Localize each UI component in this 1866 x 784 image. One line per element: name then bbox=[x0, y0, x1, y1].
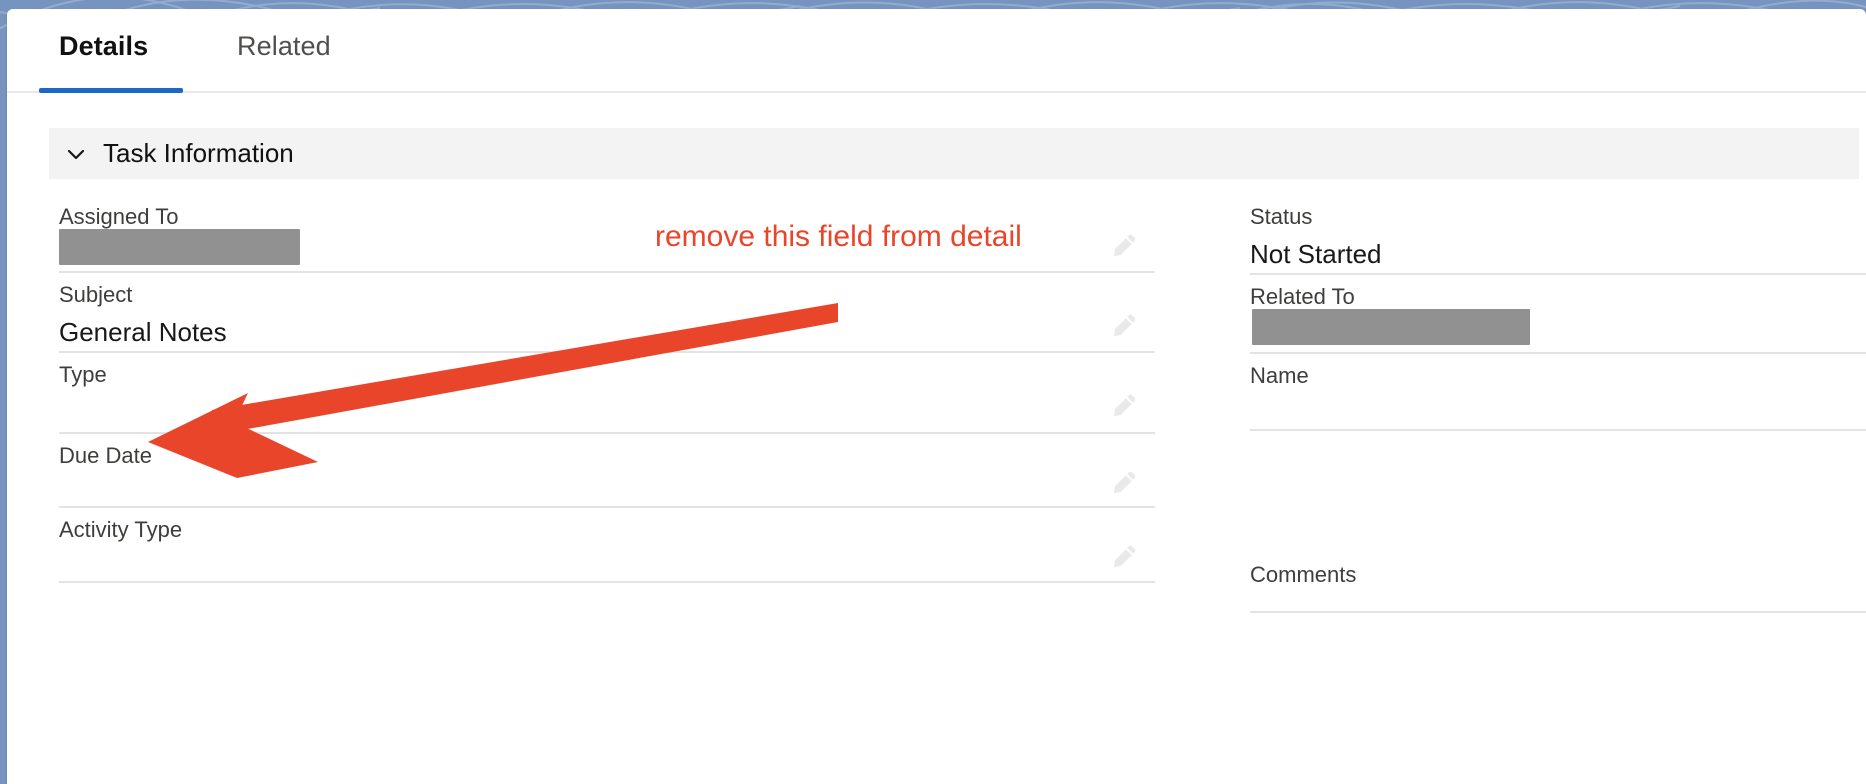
field-label-comments: Comments bbox=[1250, 562, 1357, 587]
field-label-type: Type bbox=[59, 362, 107, 387]
field-label-due-date: Due Date bbox=[59, 443, 152, 468]
edit-pencil-icon-subject[interactable] bbox=[1109, 311, 1139, 341]
field-value-status: Not Started bbox=[1250, 239, 1382, 269]
field-value-activity-type bbox=[59, 541, 1155, 554]
field-value-comments bbox=[1250, 586, 1866, 599]
field-value-name bbox=[1250, 387, 1866, 400]
field-row-status: Status Not Started bbox=[1250, 195, 1866, 275]
field-row-due-date: Due Date bbox=[59, 434, 1155, 508]
field-value-type bbox=[59, 386, 1155, 399]
field-label-activity-type: Activity Type bbox=[59, 517, 183, 542]
section-header-task-information[interactable]: Task Information bbox=[49, 128, 1859, 179]
field-row-assigned-to: Assigned To bbox=[59, 195, 1155, 273]
field-row-subject: Subject General Notes bbox=[59, 273, 1155, 353]
field-label-name: Name bbox=[1250, 363, 1309, 388]
field-column-right: Status Not Started Related To Name Comme… bbox=[1250, 195, 1866, 613]
field-label-related-to: Related To bbox=[1250, 284, 1355, 309]
redacted-value-assigned-to bbox=[59, 229, 300, 265]
field-value-due-date bbox=[59, 467, 1155, 480]
field-value-subject: General Notes bbox=[59, 317, 227, 347]
field-label-assigned-to: Assigned To bbox=[59, 204, 179, 229]
tab-details[interactable]: Details bbox=[59, 31, 148, 62]
field-column-left: Assigned To Subject General Notes Type D… bbox=[59, 195, 1155, 583]
field-row-related-to: Related To bbox=[1250, 275, 1866, 354]
tab-active-indicator bbox=[39, 88, 183, 93]
field-row-type: Type bbox=[59, 353, 1155, 434]
field-label-subject: Subject bbox=[59, 282, 133, 307]
record-tab-bar: Details Related bbox=[7, 9, 1866, 93]
redacted-value-related-to bbox=[1252, 309, 1530, 345]
section-title: Task Information bbox=[103, 138, 294, 168]
field-row-comments: Comments bbox=[1250, 431, 1866, 613]
edit-pencil-icon-activity-type[interactable] bbox=[1109, 542, 1139, 572]
chevron-down-icon[interactable] bbox=[63, 141, 89, 167]
edit-pencil-icon-due-date[interactable] bbox=[1109, 468, 1139, 498]
field-row-activity-type: Activity Type bbox=[59, 508, 1155, 583]
field-row-name: Name bbox=[1250, 354, 1866, 431]
tab-related[interactable]: Related bbox=[237, 31, 331, 62]
field-label-status: Status bbox=[1250, 204, 1313, 229]
edit-pencil-icon-assigned-to[interactable] bbox=[1109, 231, 1139, 261]
record-detail-card: Details Related Task Information Assigne… bbox=[7, 9, 1866, 784]
edit-pencil-icon-type[interactable] bbox=[1109, 391, 1139, 421]
